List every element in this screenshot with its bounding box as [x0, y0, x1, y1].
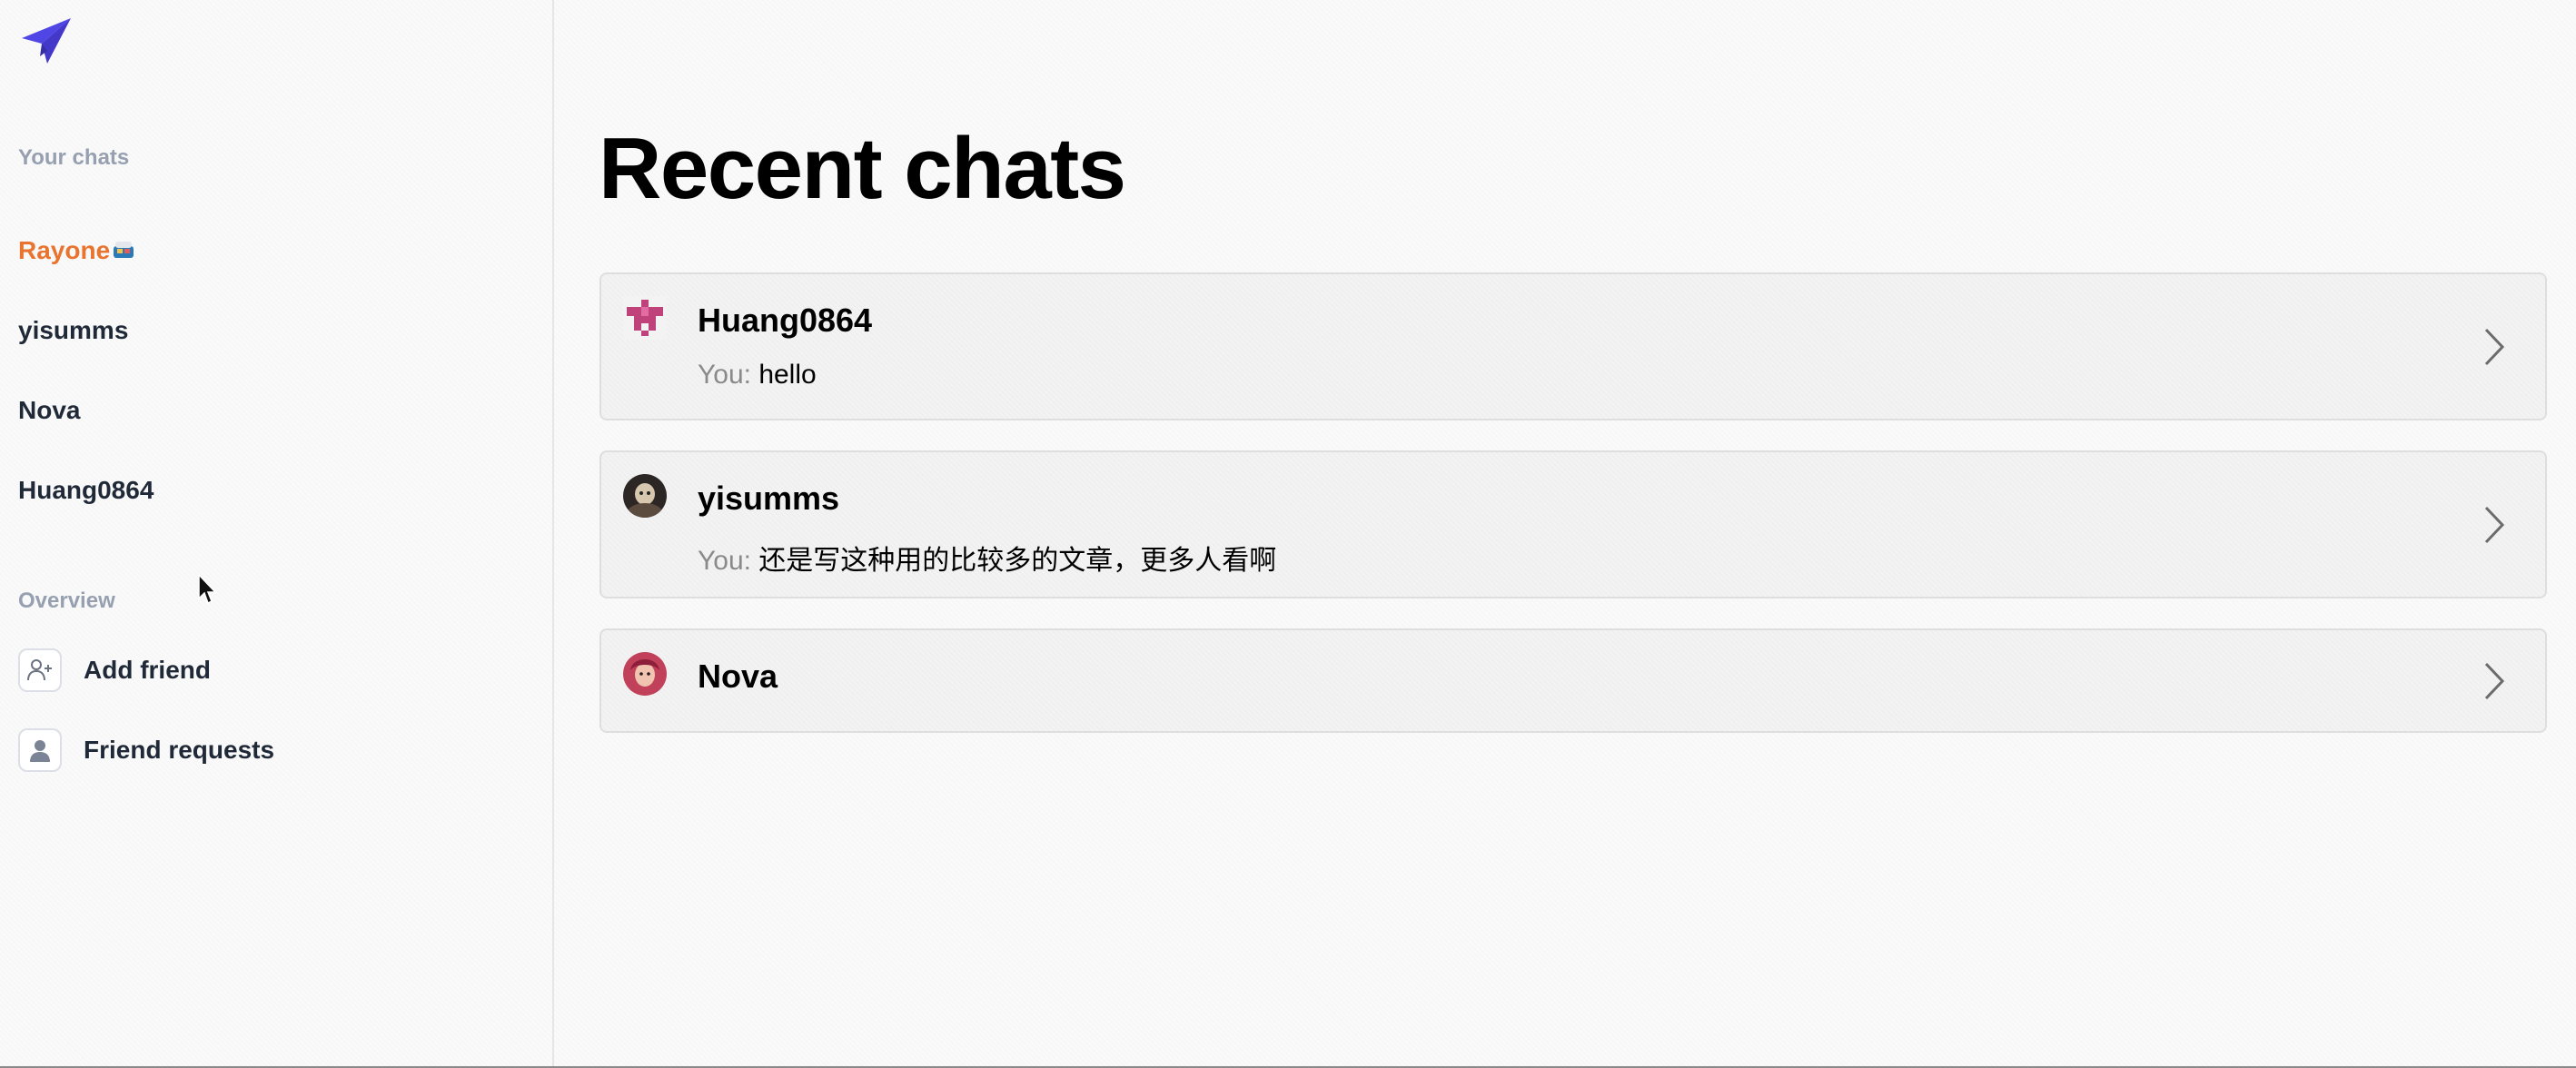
chat-card-name: yisumms	[698, 480, 840, 517]
your-chats-label: Your chats	[18, 145, 130, 170]
friend-requests-label: Friend requests	[84, 736, 275, 764]
paper-plane-logo-icon[interactable]	[20, 16, 73, 65]
pixel-identicon-avatar	[623, 296, 667, 340]
recent-chat-card-huang0864[interactable]: Huang0864 You: hello	[599, 272, 2547, 420]
overview-label: Overview	[18, 588, 115, 613]
app-window: Your chats Rayone yisumms Nova Huang0864…	[0, 0, 2576, 1068]
photo-avatar	[623, 474, 667, 518]
mouse-cursor-icon	[198, 574, 217, 605]
recent-chat-card-nova[interactable]: Nova	[599, 628, 2547, 733]
you-prefix: You:	[698, 546, 751, 576]
sidebar-chat-label: Rayone	[18, 236, 111, 264]
sidebar: Your chats Rayone yisumms Nova Huang0864…	[0, 0, 554, 1068]
main-content: Recent chats Huang0864 You: hello yisumm…	[554, 0, 2576, 1068]
sidebar-chat-rayone[interactable]: Rayone	[18, 236, 135, 265]
chevron-right-icon	[2484, 506, 2505, 544]
add-friend-label: Add friend	[84, 656, 211, 684]
user-plus-icon	[18, 648, 62, 692]
message-text: hello	[758, 360, 817, 390]
chat-card-last-message: You: 还是写这种用的比较多的文章，更多人看啊	[698, 538, 1276, 578]
bento-box-emoji-icon	[114, 242, 134, 258]
chat-card-last-message: You: hello	[698, 360, 817, 391]
chat-card-name: Nova	[698, 658, 778, 695]
sidebar-chat-nova[interactable]: Nova	[18, 396, 80, 425]
friend-requests-link[interactable]: Friend requests	[18, 728, 274, 772]
add-friend-link[interactable]: Add friend	[18, 648, 211, 692]
sidebar-chat-yisumms[interactable]: yisumms	[18, 316, 128, 345]
chat-card-name: Huang0864	[698, 302, 873, 339]
chevron-right-icon	[2484, 328, 2505, 366]
user-icon	[18, 728, 62, 772]
recent-chat-card-yisumms[interactable]: yisumms You: 还是写这种用的比较多的文章，更多人看啊	[599, 450, 2547, 598]
photo-avatar	[623, 652, 667, 696]
chevron-right-icon	[2484, 662, 2505, 700]
you-prefix: You:	[698, 360, 751, 390]
page-title: Recent chats	[599, 120, 1126, 217]
sidebar-chat-huang0864[interactable]: Huang0864	[18, 476, 154, 505]
message-text: 还是写这种用的比较多的文章，更多人看啊	[758, 546, 1277, 576]
